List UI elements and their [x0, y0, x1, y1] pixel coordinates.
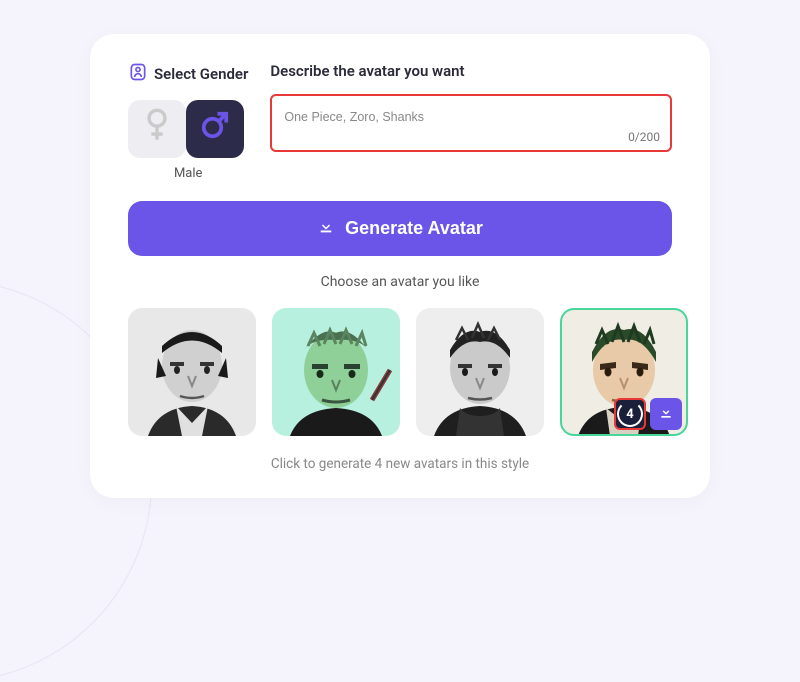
avatar-option-1[interactable]	[128, 308, 256, 436]
avatar-actions: 4	[614, 398, 682, 430]
generate-button-label: Generate Avatar	[345, 218, 483, 239]
avatar-image	[128, 308, 256, 436]
download-avatar-button[interactable]	[650, 398, 682, 430]
generate-avatar-button[interactable]: Generate Avatar	[128, 201, 672, 256]
char-count: 0/200	[628, 130, 660, 144]
regen-count-label: 4	[626, 407, 633, 422]
female-icon	[143, 108, 171, 150]
avatar-image	[416, 308, 544, 436]
gender-options	[128, 100, 248, 158]
describe-input[interactable]	[284, 110, 658, 124]
gender-header: Select Gender	[128, 62, 248, 86]
gender-title: Select Gender	[154, 65, 248, 83]
gender-option-female[interactable]	[128, 100, 186, 158]
male-icon	[200, 110, 230, 148]
avatar-option-4[interactable]: 4	[560, 308, 688, 436]
describe-box[interactable]: 0/200	[270, 94, 672, 152]
avatar-option-3[interactable]	[416, 308, 544, 436]
avatar-option-2[interactable]	[272, 308, 400, 436]
avatar-image	[272, 308, 400, 436]
choose-avatar-text: Choose an avatar you like	[128, 274, 672, 290]
regenerate-button[interactable]: 4	[614, 398, 646, 430]
avatar-grid: 4	[128, 308, 672, 436]
download-icon	[658, 404, 674, 424]
gender-selected-label: Male	[128, 166, 248, 181]
top-row: Select Gender	[128, 62, 672, 181]
download-icon	[317, 217, 335, 240]
gender-option-male[interactable]	[186, 100, 244, 158]
describe-title: Describe the avatar you want	[270, 62, 672, 80]
person-icon	[128, 62, 148, 86]
describe-section: Describe the avatar you want 0/200	[270, 62, 672, 181]
footer-hint-text: Click to generate 4 new avatars in this …	[128, 456, 672, 472]
gender-section: Select Gender	[128, 62, 248, 181]
avatar-generator-card: Select Gender	[90, 34, 710, 498]
